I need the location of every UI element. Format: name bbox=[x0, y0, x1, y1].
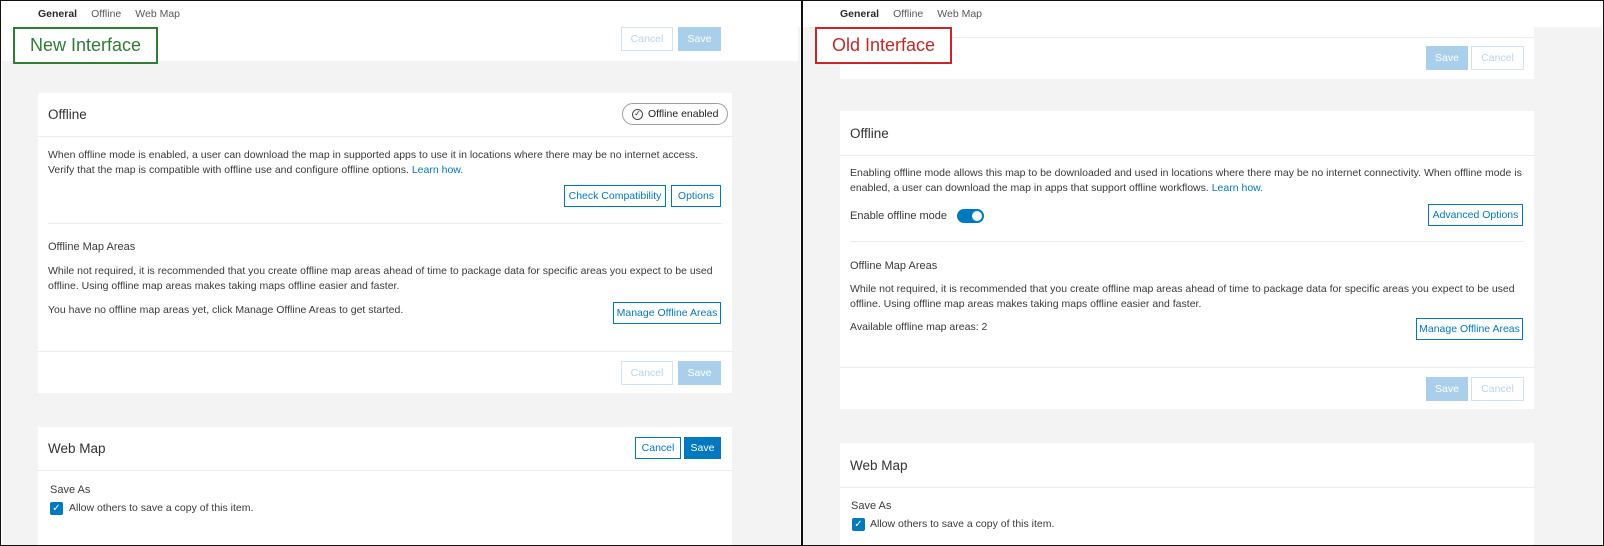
allow-copy-checkbox[interactable]: ✓ bbox=[50, 502, 63, 515]
allow-copy-label: Allow others to save a copy of this item… bbox=[870, 518, 1055, 530]
nav-general[interactable]: General bbox=[38, 8, 77, 20]
divider bbox=[48, 223, 722, 224]
nav-offline[interactable]: Offline bbox=[91, 8, 121, 20]
offline-description: Enabling offline mode allows this map to… bbox=[850, 166, 1526, 196]
offline-card: Offline Enabling offline mode allows thi… bbox=[840, 111, 1534, 409]
web-map-cancel-button[interactable]: Cancel bbox=[635, 437, 681, 459]
enable-offline-label: Enable offline mode bbox=[850, 210, 948, 222]
nav-web-map[interactable]: Web Map bbox=[135, 8, 180, 20]
top-nav: General Offline Web Map bbox=[2, 1, 800, 27]
advanced-options-button[interactable]: Advanced Options bbox=[1428, 204, 1523, 226]
web-map-title: Web Map bbox=[850, 458, 908, 473]
divider bbox=[38, 136, 732, 137]
nav-web-map[interactable]: Web Map bbox=[937, 8, 982, 20]
offline-description: When offline mode is enabled, a user can… bbox=[48, 148, 724, 178]
offline-enabled-label: Offline enabled bbox=[648, 108, 719, 120]
divider bbox=[38, 470, 732, 471]
manage-offline-areas-button[interactable]: Manage Offline Areas bbox=[1416, 318, 1523, 340]
checkmark-icon: ✓ bbox=[52, 503, 61, 514]
web-map-card: Web Map Cancel Save Save As ✓ Allow othe… bbox=[38, 427, 732, 545]
allow-copy-checkbox[interactable]: ✓ bbox=[852, 518, 865, 531]
offline-cancel-button[interactable]: Cancel bbox=[1471, 377, 1524, 401]
check-compatibility-button[interactable]: Check Compatibility bbox=[564, 185, 666, 207]
general-save-button[interactable]: Save bbox=[678, 27, 721, 51]
save-as-title: Save As bbox=[851, 500, 892, 512]
divider bbox=[840, 367, 1534, 368]
web-map-title: Web Map bbox=[48, 441, 106, 456]
offline-description-text: Enabling offline mode allows this map to… bbox=[850, 167, 1522, 194]
divider bbox=[840, 155, 1534, 156]
offline-title: Offline bbox=[48, 107, 87, 122]
web-map-save-button[interactable]: Save bbox=[684, 437, 721, 459]
enable-offline-toggle[interactable] bbox=[957, 209, 984, 223]
offline-save-button[interactable]: Save bbox=[678, 361, 721, 385]
offline-areas-status: You have no offline map areas yet, click… bbox=[48, 304, 404, 316]
offline-areas-status: Available offline map areas: 2 bbox=[850, 321, 988, 333]
nav-offline[interactable]: Offline bbox=[893, 8, 923, 20]
save-as-title: Save As bbox=[50, 484, 91, 496]
new-interface-callout: New Interface bbox=[13, 27, 159, 64]
offline-description-text: When offline mode is enabled, a user can… bbox=[48, 149, 699, 176]
web-map-card: Web Map Save As ✓ Allow others to save a… bbox=[840, 443, 1534, 545]
offline-title: Offline bbox=[850, 126, 889, 141]
old-interface-panel: General Offline Web Map Save Cancel Old … bbox=[803, 1, 1602, 545]
divider bbox=[850, 241, 1524, 242]
general-cancel-button[interactable]: Cancel bbox=[621, 27, 673, 51]
offline-areas-description: While not required, it is recommended th… bbox=[48, 265, 713, 292]
general-save-button[interactable]: Save bbox=[1426, 46, 1468, 70]
divider bbox=[38, 351, 732, 352]
learn-how-link[interactable]: Learn how. bbox=[1212, 182, 1263, 194]
offline-map-areas-title: Offline Map Areas bbox=[850, 260, 938, 272]
offline-map-areas-title: Offline Map Areas bbox=[48, 241, 136, 253]
manage-offline-areas-button[interactable]: Manage Offline Areas bbox=[613, 302, 721, 324]
divider bbox=[840, 487, 1534, 488]
offline-areas-description: While not required, it is recommended th… bbox=[850, 283, 1515, 310]
nav-general[interactable]: General bbox=[840, 8, 879, 20]
offline-card: Offline ✓ Offline enabled When offline m… bbox=[38, 93, 732, 393]
checkmark-icon: ✓ bbox=[854, 519, 863, 530]
offline-cancel-button[interactable]: Cancel bbox=[621, 361, 673, 385]
new-interface-panel: General Offline Web Map Cancel Save New … bbox=[2, 1, 800, 545]
allow-copy-label: Allow others to save a copy of this item… bbox=[69, 502, 254, 514]
check-circle-icon: ✓ bbox=[632, 108, 643, 120]
offline-enabled-badge: ✓ Offline enabled bbox=[622, 103, 729, 125]
learn-how-link[interactable]: Learn how. bbox=[412, 164, 463, 176]
toggle-knob bbox=[972, 211, 982, 221]
general-cancel-button[interactable]: Cancel bbox=[1471, 46, 1524, 70]
options-button[interactable]: Options bbox=[671, 185, 721, 207]
old-interface-callout: Old Interface bbox=[815, 27, 953, 64]
top-nav: General Offline Web Map bbox=[803, 1, 1602, 27]
offline-save-button[interactable]: Save bbox=[1426, 377, 1468, 401]
